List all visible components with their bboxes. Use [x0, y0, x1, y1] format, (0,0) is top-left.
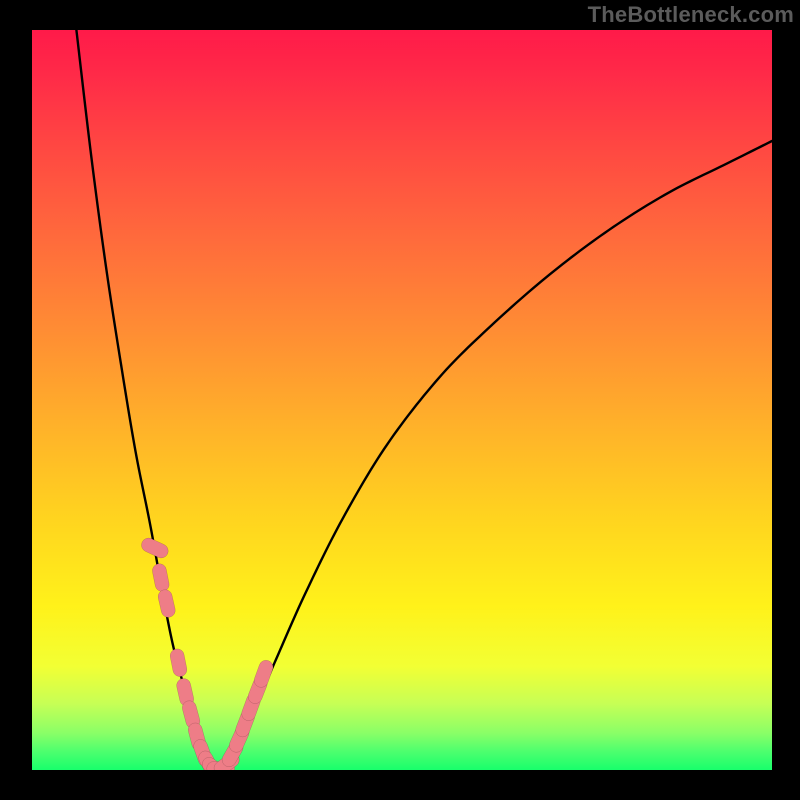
data-marker [169, 648, 188, 678]
chart-frame [32, 30, 772, 770]
marker-layer [139, 536, 275, 770]
watermark-text: TheBottleneck.com [588, 2, 794, 28]
data-marker [252, 658, 275, 689]
chart-svg [32, 30, 772, 770]
plot-area [32, 30, 772, 770]
data-marker [151, 562, 170, 592]
data-marker [157, 588, 177, 618]
